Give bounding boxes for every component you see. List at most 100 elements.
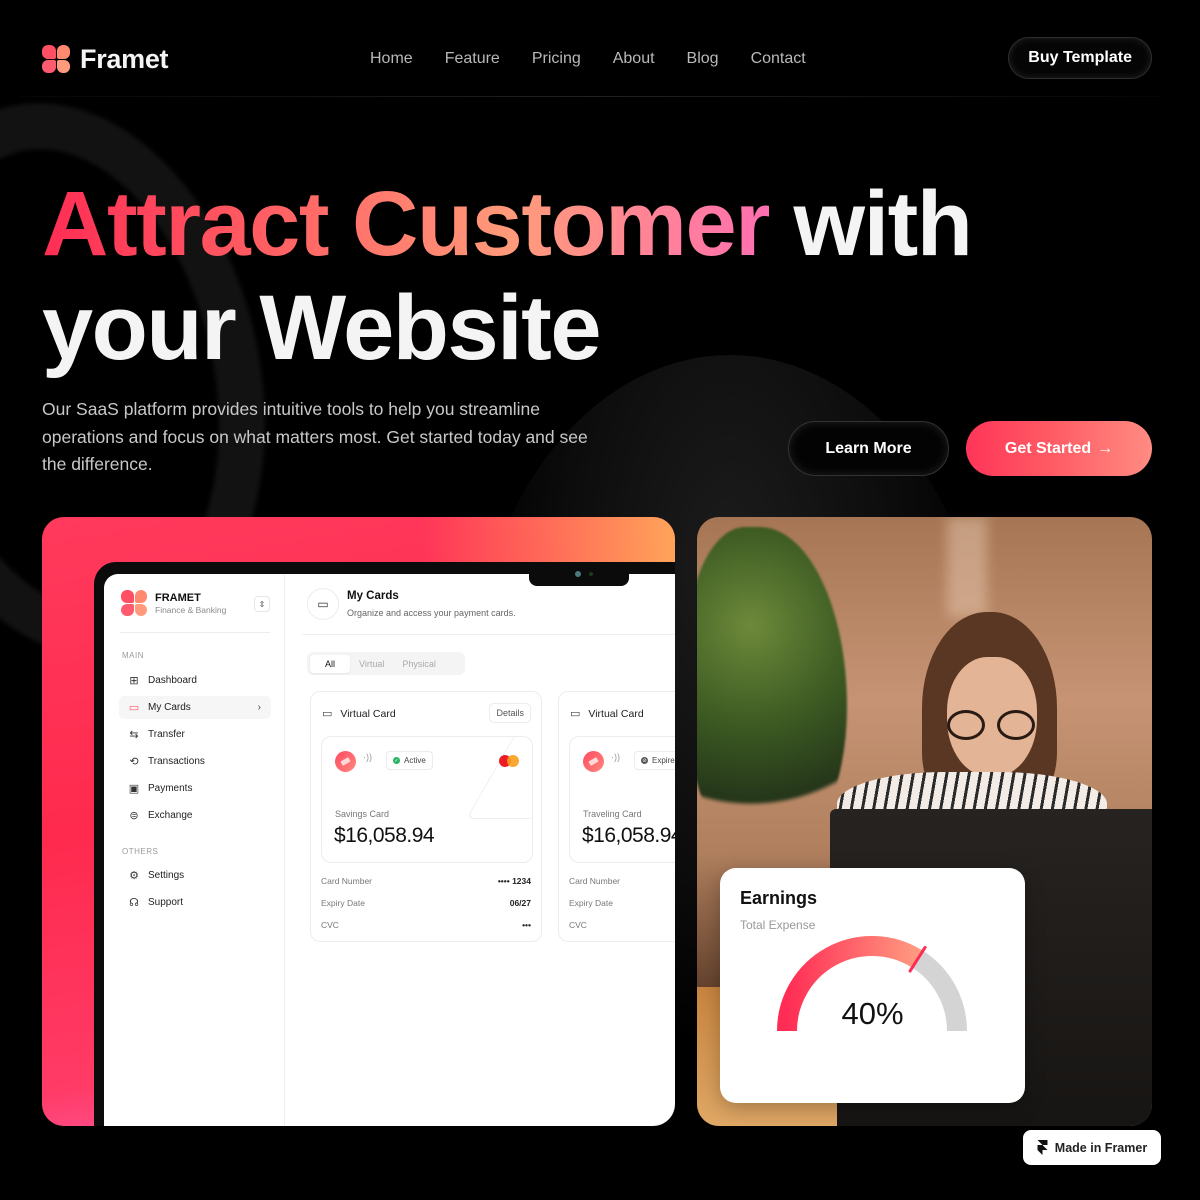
virtual-card-header: ▭ Virtual Card	[570, 707, 644, 721]
nav-link-home[interactable]: Home	[370, 50, 413, 68]
card-icon: ▭	[307, 588, 339, 620]
status-badge: ⊘ Expired	[634, 751, 675, 770]
card-number-row: Card Number	[569, 876, 675, 886]
virtual-card-title: Virtual Card	[588, 707, 644, 720]
contactless-icon: ·))	[363, 752, 372, 762]
dashboard-preview-card: FRAMET Finance & Banking ⇕ MAIN ⊞ Dashbo…	[42, 517, 675, 1126]
camera-icon	[575, 571, 581, 577]
sidebar-item-label: Transfer	[148, 729, 185, 740]
plant-image	[697, 527, 847, 857]
section-label-others: OTHERS	[122, 847, 159, 856]
gear-icon: ⚙	[129, 870, 139, 882]
hero-subtitle: Our SaaS platform provides intuitive too…	[42, 399, 588, 474]
card-number-label: Card Number	[569, 876, 621, 886]
card-icon: ▭	[570, 708, 581, 720]
transfer-icon: ⇆	[129, 729, 139, 741]
tab-all[interactable]: All	[310, 654, 351, 673]
status-label: Expired	[652, 756, 675, 765]
card-number-label: Card Number	[321, 876, 373, 886]
laptop-screen: FRAMET Finance & Banking ⇕ MAIN ⊞ Dashbo…	[104, 574, 675, 1126]
mastercard-icon	[499, 755, 519, 767]
cvc-row: CVC •••	[321, 920, 531, 930]
expiry-label: Expiry Date	[321, 898, 365, 908]
card-number-value: •••• 1234	[497, 876, 531, 886]
card-name: Savings Card	[335, 809, 390, 819]
sidebar-item-support[interactable]: ☊ Support	[119, 891, 271, 914]
tab-physical[interactable]: Physical	[393, 655, 445, 673]
card-balance: $16,058.94	[582, 824, 675, 847]
gauge-value: 40%	[841, 996, 904, 1031]
details-button[interactable]: Details	[489, 703, 531, 723]
virtual-card-title: Virtual Card	[340, 707, 396, 720]
card-logo-icon	[583, 751, 604, 772]
nav-link-contact[interactable]: Contact	[751, 50, 806, 68]
logo-icon	[42, 45, 70, 73]
sidebar-item-transfer[interactable]: ⇆ Transfer	[119, 723, 271, 746]
card-decoration	[466, 737, 532, 819]
top-nav: Framet Home Feature Pricing About Blog C…	[42, 36, 1152, 82]
contactless-icon: ·))	[611, 752, 620, 762]
virtual-card-panel: ▭ Virtual Card ·)) ⊘ Expired Traveling C…	[558, 691, 675, 942]
hero-title-line2: your Website	[42, 277, 602, 379]
brand-name: Framet	[80, 43, 169, 74]
nav-link-pricing[interactable]: Pricing	[532, 50, 581, 68]
made-in-framer-badge[interactable]: Made in Framer	[1023, 1130, 1161, 1165]
expiry-value: 06/27	[509, 898, 531, 908]
nav-link-about[interactable]: About	[613, 50, 655, 68]
sidebar-item-label: My Cards	[148, 702, 191, 713]
sidebar-item-dashboard[interactable]: ⊞ Dashboard	[119, 669, 271, 692]
chevron-right-icon: ›	[257, 702, 261, 713]
card-name: Traveling Card	[583, 809, 642, 819]
sidebar-item-payments[interactable]: ▣ Payments	[119, 777, 271, 800]
card-balance: $16,058.94	[334, 824, 435, 847]
cvc-value: •••	[522, 920, 531, 930]
expiry-label: Expiry Date	[569, 898, 613, 908]
status-label: Active	[404, 756, 426, 765]
hero-title-rest: with	[769, 173, 973, 275]
app-brand-name: FRAMET	[155, 591, 201, 604]
app-brand: FRAMET Finance & Banking	[121, 590, 226, 616]
status-badge: ✓ Active	[386, 751, 433, 770]
payment-card[interactable]: ·)) ✓ Active Savings Card $16,058.94	[321, 736, 533, 863]
section-label-main: MAIN	[122, 651, 144, 660]
learn-more-button[interactable]: Learn More	[788, 421, 949, 476]
tab-virtual[interactable]: Virtual	[350, 655, 393, 673]
cvc-label: CVC	[321, 920, 339, 930]
get-started-button[interactable]: Get Started →	[966, 421, 1152, 476]
receipt-icon: ▣	[128, 783, 140, 795]
sidebar-item-transactions[interactable]: ⟲ Transactions	[119, 750, 271, 773]
framer-icon	[1037, 1140, 1048, 1155]
nav-divider	[20, 96, 1160, 97]
page-title: My Cards	[347, 590, 399, 602]
sidebar-item-settings[interactable]: ⚙ Settings	[119, 864, 271, 887]
card-number-row: Card Number •••• 1234	[321, 876, 531, 886]
nav-link-feature[interactable]: Feature	[445, 50, 500, 68]
cvc-row: CVC	[569, 920, 675, 930]
expiry-row: Expiry Date	[569, 898, 675, 908]
laptop-notch	[529, 562, 629, 586]
card-filter-tabs: All Virtual Physical	[307, 652, 465, 675]
sidebar-item-my-cards[interactable]: ▭ My Cards ›	[119, 696, 271, 719]
sidebar-item-label: Exchange	[148, 810, 193, 821]
earnings-gauge	[777, 936, 967, 1032]
check-icon: ✓	[393, 757, 400, 764]
card-logo-icon	[335, 751, 356, 772]
sidebar-item-exchange[interactable]: ⊜ Exchange	[119, 804, 271, 827]
sidebar-item-label: Support	[148, 897, 184, 908]
page-subtitle: Organize and access your payment cards.	[347, 608, 516, 618]
divider	[120, 632, 270, 633]
arrow-right-icon: →	[1097, 439, 1114, 457]
grid-icon: ⊞	[129, 675, 139, 687]
sidebar-item-label: Settings	[148, 870, 185, 881]
payment-card[interactable]: ·)) ⊘ Expired Traveling Card $16,058.94	[569, 736, 675, 863]
earnings-card: Earnings Total Expense 40%	[720, 868, 1025, 1103]
nav-links: Home Feature Pricing About Blog Contact	[370, 50, 806, 68]
logo[interactable]: Framet	[42, 43, 169, 75]
workspace-switcher-icon[interactable]: ⇕	[254, 596, 270, 612]
exchange-icon: ⊜	[129, 810, 139, 822]
nav-link-blog[interactable]: Blog	[687, 50, 719, 68]
blocked-icon: ⊘	[641, 757, 648, 764]
buy-template-button[interactable]: Buy Template	[1008, 37, 1152, 79]
card-icon: ▭	[322, 708, 333, 720]
app-sidebar: FRAMET Finance & Banking ⇕ MAIN ⊞ Dashbo…	[104, 574, 285, 1126]
